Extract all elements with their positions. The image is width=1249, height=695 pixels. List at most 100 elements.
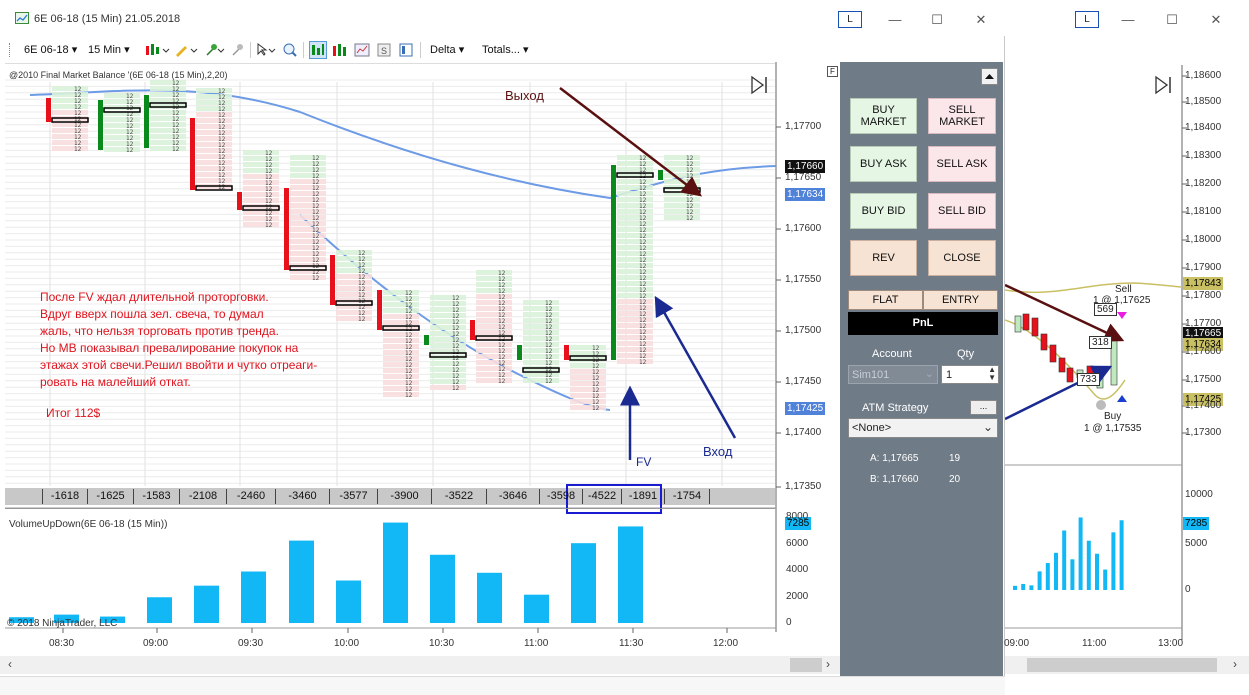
collapse-button[interactable] — [981, 68, 998, 85]
footprint-cell — [430, 319, 466, 324]
delta-value: -3460 — [276, 489, 330, 504]
footprint-cell — [52, 128, 88, 133]
footprint-cell — [290, 245, 326, 250]
right-price-tick: 1,17300 — [1185, 427, 1222, 438]
instrument-selector[interactable]: 6E 06-18 ▾ — [24, 43, 77, 56]
footprint-cell — [52, 134, 88, 139]
footprint-cell — [52, 110, 88, 115]
pin-icon[interactable] — [204, 42, 226, 57]
delta-value: -3577 — [330, 489, 378, 504]
scroll-right-icon[interactable]: › — [826, 657, 830, 671]
footprint-cell — [617, 287, 653, 292]
chevron-down-icon: ▾ — [522, 44, 529, 56]
link-button-2[interactable]: L — [1075, 11, 1099, 28]
spinner-icon[interactable]: ▲ ▼ — [988, 366, 996, 382]
footprint-cell — [617, 275, 653, 280]
volume-tick: 6000 — [786, 538, 809, 549]
minimize-button[interactable]: — — [884, 12, 906, 28]
scroll-right-icon[interactable]: › — [1233, 657, 1237, 671]
close-button-2[interactable]: ✕ — [1205, 12, 1227, 28]
bar-type-icon[interactable] — [145, 43, 171, 57]
data-box-icon[interactable] — [398, 42, 414, 58]
sell-bid-button[interactable]: SELL BID — [928, 193, 996, 229]
scroll-left-icon[interactable]: ‹ — [8, 657, 12, 671]
note-line: Но МВ показывал превалирование покупок н… — [40, 341, 299, 355]
close-button[interactable]: ✕ — [970, 12, 992, 28]
scroll-thumb[interactable] — [790, 658, 822, 672]
interval-selector[interactable]: 15 Min ▾ — [88, 43, 130, 56]
pnl-bar: PnL — [848, 312, 998, 335]
sell-ask-button[interactable]: SELL ASK — [928, 146, 996, 182]
footprint-cell — [290, 233, 326, 238]
buy-ask-button[interactable]: BUY ASK — [850, 146, 917, 182]
pin-off-icon[interactable] — [230, 42, 246, 57]
entry-button[interactable]: ENTRY — [923, 290, 998, 310]
footprint-cell — [664, 203, 700, 208]
footprint-cell — [476, 372, 512, 377]
footprint-value: 12 — [358, 316, 366, 323]
link-button[interactable]: L — [838, 11, 862, 28]
atm-settings-button[interactable]: ... — [970, 400, 997, 415]
right-time-tick: 11:00 — [1082, 638, 1107, 649]
footprint-cell — [243, 198, 279, 203]
zoom-icon[interactable] — [282, 42, 298, 58]
close-position-button[interactable]: CLOSE — [928, 240, 996, 276]
chevron-down-icon: ▾ — [458, 44, 465, 56]
footprint-cell — [430, 367, 466, 372]
atm-select[interactable]: <None> ⌄ — [848, 418, 998, 438]
footprint-cell — [617, 281, 653, 286]
qty-input[interactable]: 1 ▲ ▼ — [941, 365, 999, 384]
properties-icon[interactable]: S — [376, 42, 392, 58]
chart-toolbar: 6E 06-18 ▾ 15 Min ▾ S Delta ▾ Totals... … — [0, 38, 1005, 62]
footprint-cell — [383, 338, 419, 343]
candle-body — [517, 345, 522, 360]
delta-dropdown[interactable]: Delta ▾ — [430, 43, 464, 56]
cursor-icon[interactable] — [256, 42, 278, 57]
strategies-icon[interactable] — [354, 42, 370, 58]
right-volume-bar — [1103, 569, 1108, 590]
chart-trader-icon[interactable] — [309, 41, 327, 59]
horizontal-scrollbar[interactable]: ‹ › — [0, 656, 840, 674]
account-select[interactable]: Sim101 ⌄ — [848, 365, 938, 384]
footprint-cell — [430, 301, 466, 306]
right-scroll-thumb[interactable] — [1027, 658, 1217, 672]
footprint-cell — [150, 92, 186, 97]
footprint-cell — [617, 161, 653, 166]
footprint-cell — [52, 146, 88, 151]
scroll-end-icon[interactable] — [749, 75, 771, 95]
footprint-cell — [430, 331, 466, 336]
buy-bid-button[interactable]: BUY BID — [850, 193, 917, 229]
footprint-cell — [52, 92, 88, 97]
buy-market-button[interactable]: BUY MARKET — [850, 98, 917, 134]
footprint-cell — [617, 329, 653, 334]
right-price-tick: 1,18500 — [1185, 96, 1222, 107]
totals-dropdown[interactable]: Totals... ▾ — [482, 43, 529, 56]
footprint-cell — [570, 399, 606, 404]
minimize-button-2[interactable]: — — [1117, 12, 1139, 28]
flat-button[interactable]: FLAT — [848, 290, 923, 310]
right-candle — [1110, 339, 1118, 386]
right-chart-svg — [1005, 65, 1187, 640]
rev-button[interactable]: REV — [850, 240, 917, 276]
footprint-cell — [104, 129, 140, 134]
footprint-cell — [476, 294, 512, 299]
f-label[interactable]: F — [827, 66, 838, 77]
right-scrollbar[interactable]: › — [1005, 656, 1249, 674]
chevron-down-icon: ▾ — [71, 44, 78, 56]
right-price-tick: 1,17900 — [1185, 262, 1222, 273]
time-tick: 10:30 — [429, 638, 455, 649]
footprint-cell — [430, 337, 466, 342]
pencil-icon[interactable] — [174, 43, 200, 57]
maximize-button-2[interactable]: ☐ — [1161, 12, 1183, 28]
indicators-icon[interactable] — [332, 42, 348, 58]
footprint-cell — [383, 374, 419, 379]
footprint-value: 12 — [592, 405, 600, 412]
copyright: © 2018 NinjaTrader, LLC — [7, 618, 118, 629]
footprint-cell — [617, 227, 653, 232]
sell-market-button[interactable]: SELL MARKET — [928, 98, 996, 134]
right-price-tick: 1,18000 — [1185, 234, 1222, 245]
maximize-button[interactable]: ☐ — [926, 12, 948, 28]
price-tick: 1,17450 — [785, 376, 822, 387]
footprint-cell — [617, 221, 653, 226]
note-line: После FV ждал длительной проторговки. — [40, 290, 269, 304]
